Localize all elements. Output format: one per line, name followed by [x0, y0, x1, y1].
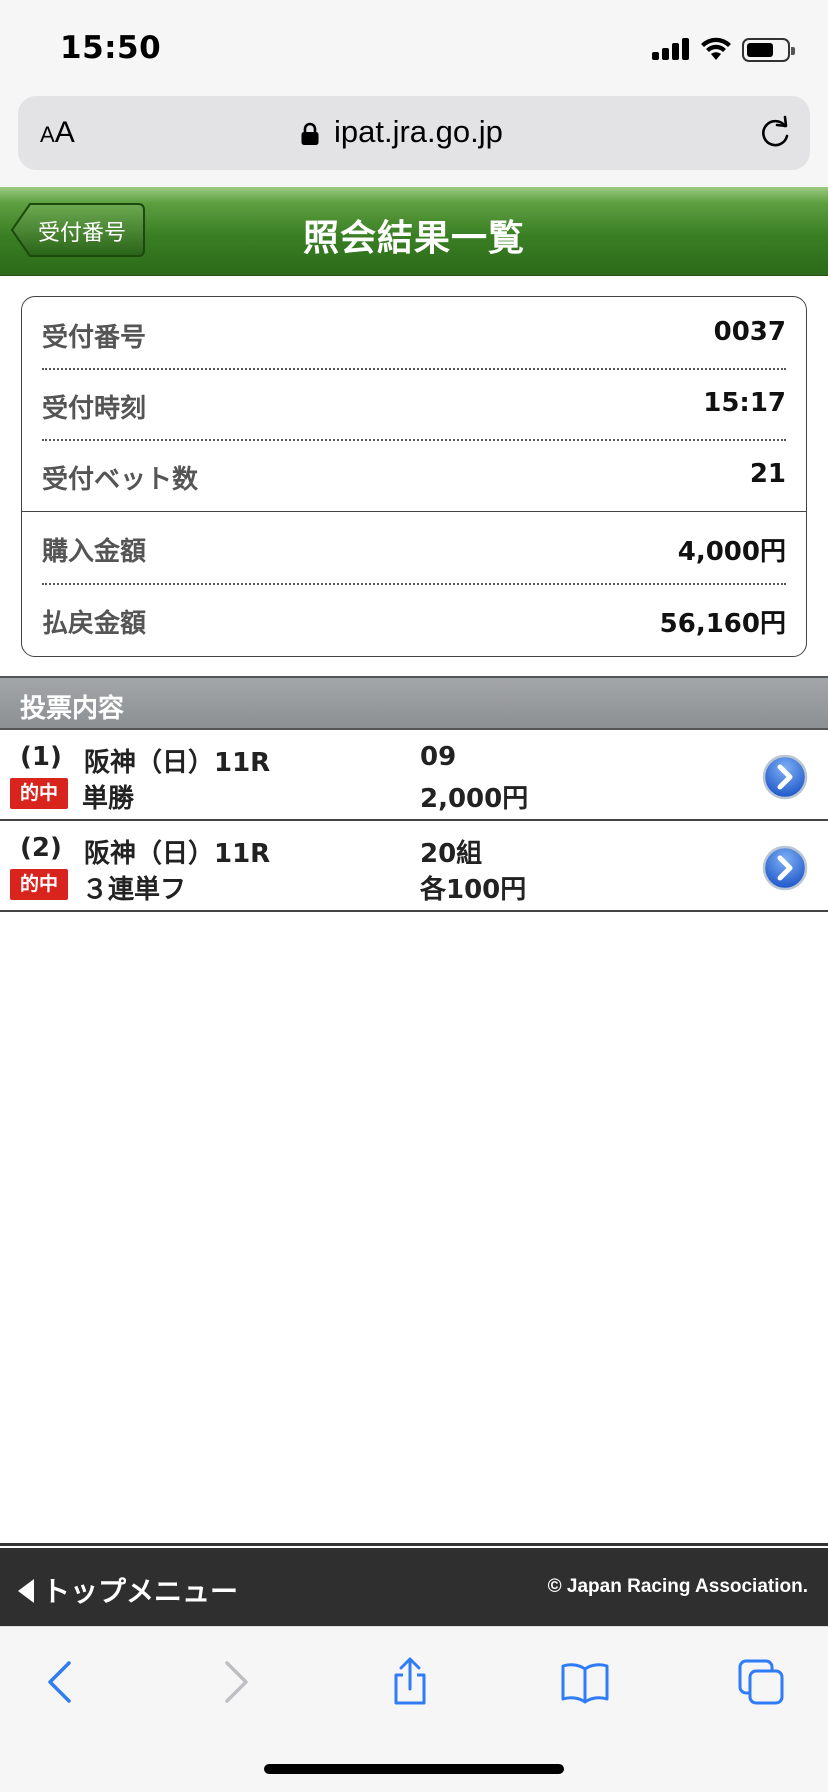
- info-value: 0037: [713, 317, 786, 347]
- wifi-icon: [701, 37, 731, 60]
- battery-icon: [742, 38, 795, 62]
- info-value: 15:17: [703, 388, 786, 418]
- bet-amount: 2,000円: [420, 784, 529, 814]
- vote-race: 阪神（日）11R: [84, 839, 271, 869]
- info-label: 受付時刻: [42, 394, 147, 424]
- info-row-receipt-number: 受付番号 0037: [42, 297, 786, 367]
- info-label: 払戻金額: [42, 609, 147, 639]
- bet-amount: 各100円: [420, 875, 527, 905]
- info-value: 4,000円: [677, 537, 786, 567]
- address-bar[interactable]: AA ipat.jra.go.jp: [18, 96, 810, 170]
- info-row-receipt-time: 受付時刻 15:17: [42, 368, 786, 438]
- chevron-right-icon[interactable]: [762, 754, 808, 800]
- reload-icon[interactable]: [756, 114, 794, 152]
- lock-icon: [301, 122, 319, 145]
- hit-badge: 的中: [10, 778, 68, 809]
- info-row-bet-count: 受付ベット数 21: [42, 439, 786, 509]
- chevron-right-icon[interactable]: [762, 845, 808, 891]
- hit-badge: 的中: [10, 869, 68, 900]
- bet-type: 単勝: [82, 784, 135, 814]
- vote-index: (1): [20, 742, 62, 772]
- tabs-icon[interactable]: [736, 1657, 786, 1707]
- footer-divider: [0, 1541, 828, 1546]
- vote-row[interactable]: (2) 阪神（日）11R 的中 ３連単フ 20組 各100円: [0, 821, 828, 912]
- forward-arrow-icon[interactable]: [210, 1657, 260, 1707]
- back-arrow-icon[interactable]: [36, 1657, 86, 1707]
- bet-selection: 20組: [420, 839, 483, 869]
- bookmarks-icon[interactable]: [560, 1657, 610, 1707]
- bet-selection: 09: [420, 742, 457, 772]
- info-row-purchase-amount: 購入金額 4,000円: [42, 511, 786, 581]
- vote-row[interactable]: (1) 阪神（日）11R 的中 単勝 09 2,000円: [0, 730, 828, 821]
- home-indicator: [264, 1764, 564, 1774]
- bet-type: ３連単フ: [82, 875, 187, 905]
- status-bar: 15:50: [0, 0, 828, 94]
- status-time: 15:50: [60, 30, 162, 66]
- info-label: 受付番号: [42, 323, 147, 353]
- footer: トップメニュー © Japan Racing Association.: [0, 1548, 828, 1626]
- copyright-text: © Japan Racing Association.: [547, 1576, 808, 1597]
- top-menu-link[interactable]: トップメニュー: [18, 1570, 238, 1610]
- info-row-payout-amount: 払戻金額 56,160円: [42, 583, 786, 653]
- cellular-signal-icon: [652, 38, 690, 60]
- info-label: 受付ベット数: [42, 465, 199, 495]
- section-header: 投票内容: [0, 676, 828, 730]
- text-size-button[interactable]: AA: [40, 116, 75, 150]
- url-text: ipat.jra.go.jp: [334, 114, 503, 149]
- receipt-info-box: 受付番号 0037 受付時刻 15:17 受付ベット数 21 購入金額 4,00…: [21, 296, 807, 657]
- info-label: 購入金額: [42, 537, 147, 567]
- info-value: 21: [749, 459, 786, 489]
- page-title: 照会結果一覧: [302, 218, 525, 259]
- browser-address-area: AA ipat.jra.go.jp: [0, 94, 828, 187]
- top-menu-label: トップメニュー: [42, 1575, 239, 1608]
- app-header: 受付番号 照会結果一覧: [0, 187, 828, 276]
- vote-index: (2): [20, 833, 62, 863]
- info-value: 56,160円: [659, 609, 786, 639]
- share-icon[interactable]: [385, 1657, 435, 1707]
- section-title: 投票内容: [20, 694, 125, 724]
- vote-race: 阪神（日）11R: [84, 748, 271, 778]
- triangle-left-icon: [18, 1579, 34, 1603]
